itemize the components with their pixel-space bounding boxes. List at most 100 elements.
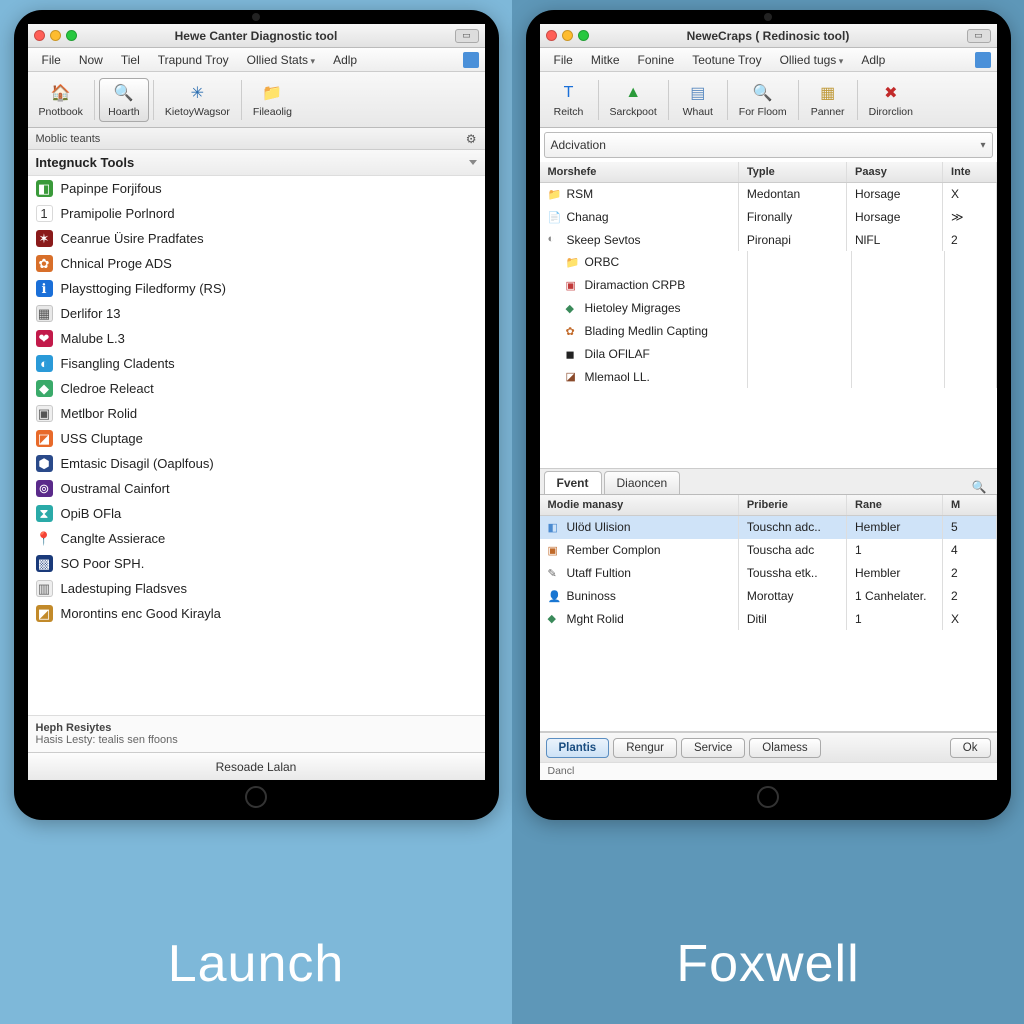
- menu-now[interactable]: Now: [71, 51, 111, 69]
- column-header[interactable]: Paasy: [847, 162, 943, 182]
- column-header[interactable]: M: [943, 495, 996, 515]
- table-row[interactable]: ▣Diramaction CRPB: [540, 274, 997, 297]
- list-item-icon: ◩: [36, 605, 53, 622]
- search-icon[interactable]: 🔍: [966, 480, 993, 494]
- close-light[interactable]: [546, 30, 557, 41]
- table-row[interactable]: 📄ChanagFironallyHorsage≫: [540, 206, 997, 229]
- column-header[interactable]: Morshefe: [540, 162, 739, 182]
- button-plantis[interactable]: Plantis: [546, 738, 610, 758]
- menu-ollied tugs[interactable]: Ollied tugs: [772, 51, 852, 69]
- table-row[interactable]: ◆Hietoley Migrages: [540, 297, 997, 320]
- menu-ollied stats[interactable]: Ollied Stats: [239, 51, 323, 69]
- list-item[interactable]: ✶Ceanrue Üsire Pradfates: [28, 226, 485, 251]
- row-icon: 👤: [548, 590, 562, 604]
- toolbar-whaut[interactable]: ▤Whaut: [673, 78, 723, 122]
- launch-section-header[interactable]: Integnuck Tools: [28, 150, 485, 176]
- toolbar-sarckpoot[interactable]: ▲Sarckpoot: [603, 78, 664, 122]
- menu-end-icon[interactable]: [463, 52, 479, 68]
- table-row[interactable]: 👤BuninossMorottay1 Canhelater.2: [540, 585, 997, 608]
- home-button[interactable]: [245, 786, 267, 808]
- toolbar-panner[interactable]: ▦Panner: [803, 78, 853, 122]
- column-header[interactable]: Priberie: [739, 495, 847, 515]
- list-item[interactable]: ◧Papinpe Forjifous: [28, 176, 485, 201]
- menu-fonine[interactable]: Fonine: [630, 51, 683, 69]
- menu-file[interactable]: File: [546, 51, 581, 69]
- button-olamess[interactable]: Olamess: [749, 738, 820, 758]
- zoom-light[interactable]: [578, 30, 589, 41]
- launch-footer-button[interactable]: Resoade Lalan: [28, 752, 485, 780]
- menu-trapund troy[interactable]: Trapund Troy: [150, 51, 237, 69]
- table-row[interactable]: ◆Mght RolidDitil1X: [540, 608, 997, 631]
- menu-adlp[interactable]: Adlp: [325, 51, 365, 69]
- foxwell-titlebar: NeweCraps ( Redinosic tool) ▭: [540, 24, 997, 48]
- window-extra-button[interactable]: ▭: [455, 29, 479, 43]
- toolbar-hoarth[interactable]: 🔍Hoarth: [99, 78, 149, 122]
- list-item[interactable]: ⧗OpiB OFla: [28, 501, 485, 526]
- foxwell-screen: NeweCraps ( Redinosic tool) ▭ FileMitkeF…: [540, 24, 997, 780]
- list-item[interactable]: ✿Chnical Proge ADS: [28, 251, 485, 276]
- home-button[interactable]: [757, 786, 779, 808]
- table-row[interactable]: 📁ORBC: [540, 251, 997, 274]
- toolbar-for floom[interactable]: 🔍For Floom: [732, 78, 794, 122]
- tab-fvent[interactable]: Fvent: [544, 471, 602, 494]
- list-item[interactable]: ◆Cledroe Releact: [28, 376, 485, 401]
- foxwell-combo[interactable]: Adcivation: [544, 132, 993, 158]
- list-item-icon: ✿: [36, 255, 53, 272]
- table-row[interactable]: ✎Utaff FultionToussha etk..Hembler2: [540, 562, 997, 585]
- close-light[interactable]: [34, 30, 45, 41]
- list-item-icon: ◐: [36, 355, 53, 372]
- list-item[interactable]: ⊚Oustramal Cainfort: [28, 476, 485, 501]
- toolbar-pnotbook[interactable]: 🏠Pnotbook: [32, 78, 90, 122]
- column-header[interactable]: Modie manasy: [540, 495, 739, 515]
- tab-diaoncen[interactable]: Diaoncen: [604, 471, 681, 494]
- column-header[interactable]: Inte: [943, 162, 996, 182]
- table-row[interactable]: ◪Mlemaol LL.: [540, 366, 997, 389]
- toolbar-kietoywagsor[interactable]: ✳KietoyWagsor: [158, 78, 237, 122]
- list-item[interactable]: ▩SO Poor SPH.: [28, 551, 485, 576]
- list-item-icon: ▦: [36, 305, 53, 322]
- list-item[interactable]: ▥Ladestuping Fladsves: [28, 576, 485, 601]
- foxwell-toolbar: TReitch▲Sarckpoot▤Whaut🔍For Floom▦Panner…: [540, 72, 997, 128]
- list-item[interactable]: ◩Morontins enc Good Kirayla: [28, 601, 485, 626]
- launch-tool-list: ◧Papinpe Forjifous1Pramipolie Porlnord✶C…: [28, 176, 485, 715]
- minimize-light[interactable]: [50, 30, 61, 41]
- list-item-label: OpiB OFla: [61, 506, 122, 521]
- zoom-light[interactable]: [66, 30, 77, 41]
- button-service[interactable]: Service: [681, 738, 745, 758]
- launch-menubar: FileNowTielTrapund TroyOllied StatsAdlp: [28, 48, 485, 72]
- list-item[interactable]: 1Pramipolie Porlnord: [28, 201, 485, 226]
- list-item[interactable]: ◐Fisangling Cladents: [28, 351, 485, 376]
- list-item[interactable]: 📍Canglte Assierace: [28, 526, 485, 551]
- window-extra-button[interactable]: ▭: [967, 29, 991, 43]
- table-row[interactable]: ◧Ulöd UlisionTouschn adc..Hembler5: [540, 516, 997, 539]
- minimize-light[interactable]: [562, 30, 573, 41]
- column-header[interactable]: Typle: [739, 162, 847, 182]
- table-row[interactable]: ✿Blading Medlin Capting: [540, 320, 997, 343]
- menu-tiel[interactable]: Tiel: [113, 51, 148, 69]
- list-item-icon: ⊚: [36, 480, 53, 497]
- table-row[interactable]: ▣Rember ComplonTouscha adc14: [540, 539, 997, 562]
- menu-adlp[interactable]: Adlp: [853, 51, 893, 69]
- list-item[interactable]: ℹPlaysttoging Filedformy (RS): [28, 276, 485, 301]
- list-item[interactable]: ❤Malube L.3: [28, 326, 485, 351]
- list-item[interactable]: ▣Metlbor Rolid: [28, 401, 485, 426]
- menu-mitke[interactable]: Mitke: [583, 51, 628, 69]
- menu-teotune troy[interactable]: Teotune Troy: [684, 51, 769, 69]
- gear-icon[interactable]: ⚙: [466, 132, 477, 146]
- table-row[interactable]: 📁RSMMedontanHorsageX: [540, 183, 997, 206]
- list-item-label: Canglte Assierace: [61, 531, 166, 546]
- column-header[interactable]: Rane: [847, 495, 943, 515]
- table-row[interactable]: ◐Skeep SevtosPironapiNlFL2: [540, 229, 997, 252]
- table-row[interactable]: ◼Dila OFlLAF: [540, 343, 997, 366]
- list-item[interactable]: ◪USS Cluptage: [28, 426, 485, 451]
- list-item[interactable]: ▦Derlifor 13: [28, 301, 485, 326]
- toolbar-dirorclion[interactable]: ✖Dirorclion: [862, 78, 920, 122]
- toolbar-fileaolig[interactable]: 📁Fileaolig: [246, 78, 299, 122]
- menu-end-icon[interactable]: [975, 52, 991, 68]
- toolbar-reitch[interactable]: TReitch: [544, 78, 594, 122]
- button-rengur[interactable]: Rengur: [613, 738, 677, 758]
- list-item[interactable]: ⬢Emtasic Disagil (Oaplfous): [28, 451, 485, 476]
- menu-file[interactable]: File: [34, 51, 69, 69]
- button-ok[interactable]: Ok: [950, 738, 991, 758]
- foxwell-top-table: MorshefeTyplePaasyInte 📁RSMMedontanHorsa…: [540, 162, 997, 469]
